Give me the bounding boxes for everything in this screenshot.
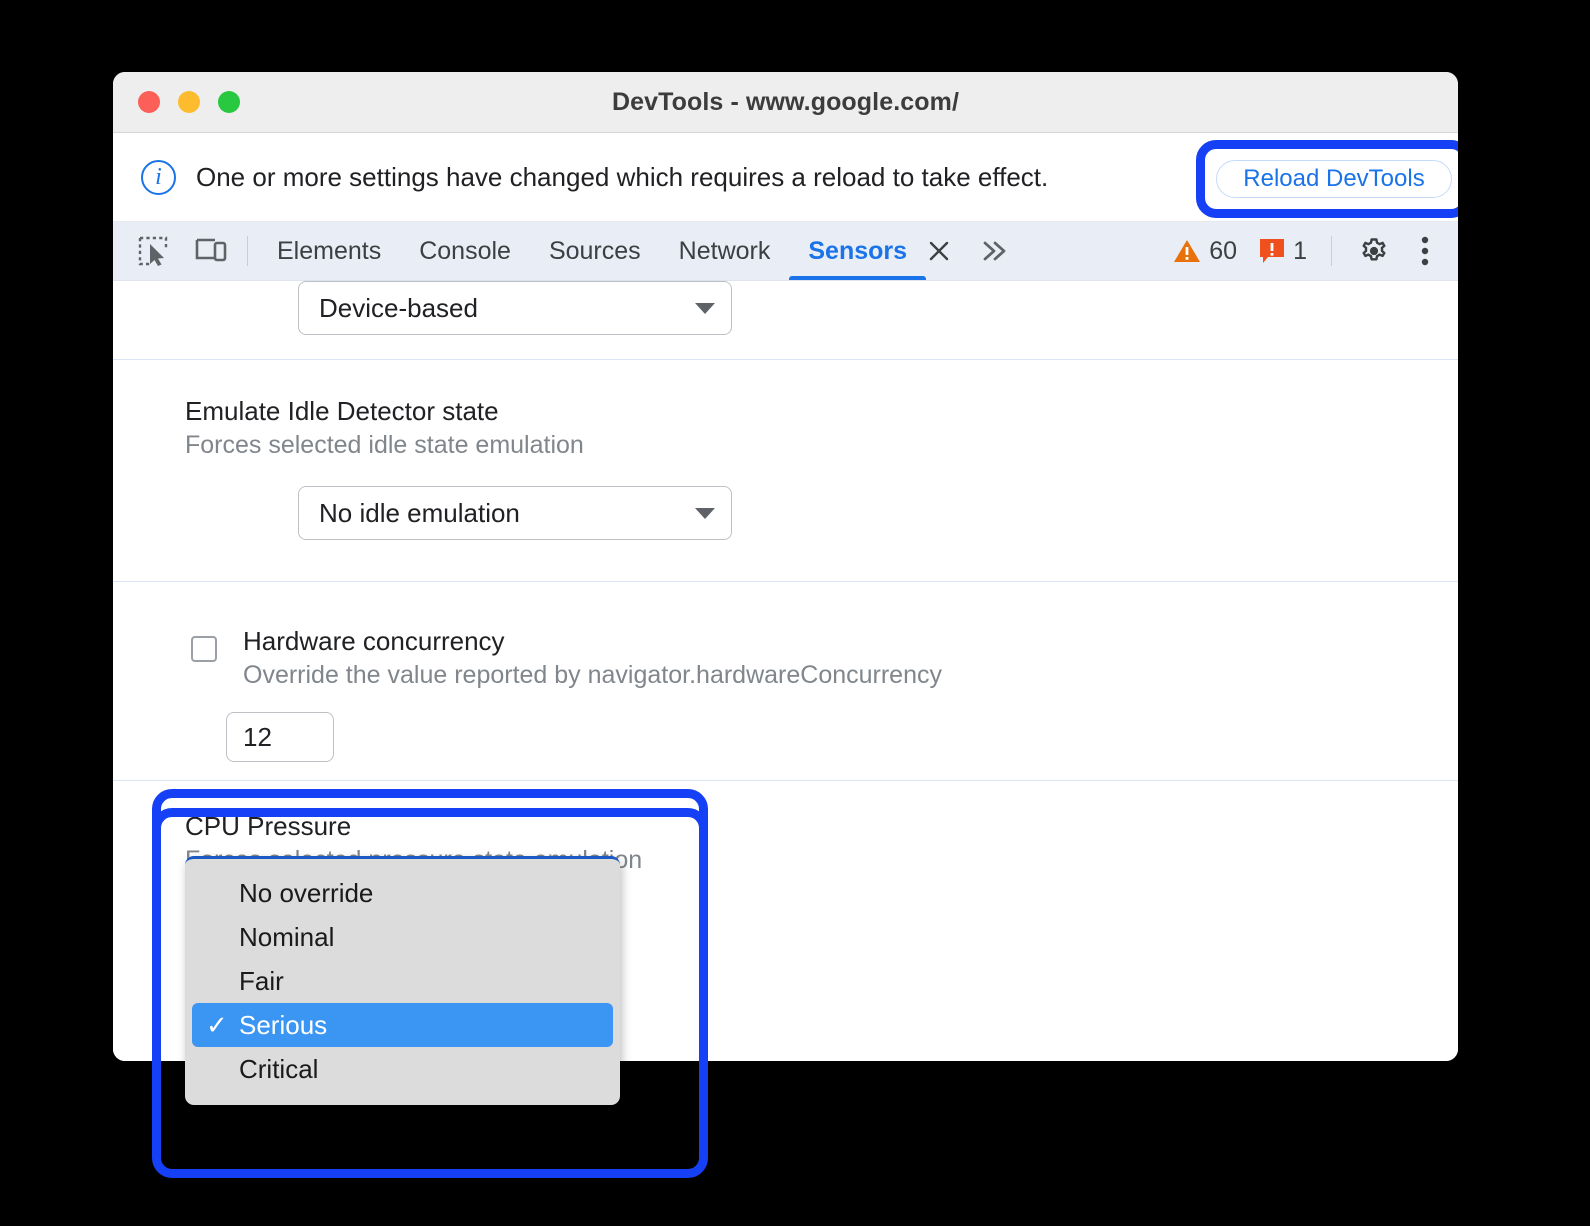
section-idle-detector: Emulate Idle Detector state Forces selec… (113, 360, 1458, 582)
reload-devtools-button[interactable]: Reload DevTools (1216, 160, 1452, 198)
orientation-select-value: Device-based (319, 293, 478, 324)
dropdown-option-fair[interactable]: Fair (192, 959, 613, 1003)
close-tab-icon[interactable] (926, 222, 966, 280)
idle-title: Emulate Idle Detector state (185, 360, 1458, 427)
window-close-button[interactable] (138, 91, 160, 113)
toolbar-left-icons (113, 222, 237, 280)
section-hardware-concurrency: Hardware concurrency Override the value … (113, 582, 1458, 781)
more-vertical-icon[interactable] (1406, 235, 1444, 267)
section-orientation: Device-based (113, 281, 1458, 360)
tab-sensors[interactable]: Sensors (789, 222, 926, 280)
dropdown-option-serious[interactable]: ✓ Serious (192, 1003, 613, 1047)
dropdown-option-nominal[interactable]: Nominal (192, 915, 613, 959)
tab-elements[interactable]: Elements (258, 222, 400, 280)
toolbar-right-group: 60 1 (1165, 222, 1458, 280)
hardware-concurrency-input[interactable] (226, 712, 334, 762)
window-maximize-button[interactable] (218, 91, 240, 113)
window-titlebar: DevTools - www.google.com/ (113, 72, 1458, 133)
idle-subtitle: Forces selected idle state emulation (185, 431, 1458, 460)
reload-notification-banner: i One or more settings have changed whic… (113, 133, 1458, 222)
hardware-concurrency-row: Hardware concurrency Override the value … (113, 582, 1458, 690)
dropdown-option-critical[interactable]: Critical (192, 1047, 613, 1091)
hardware-concurrency-subtitle: Override the value reported by navigator… (243, 661, 942, 690)
dropdown-option-label: Serious (239, 1010, 327, 1041)
dropdown-option-label: No override (239, 878, 373, 909)
more-tabs-icon[interactable] (966, 222, 1024, 280)
toolbar-divider-right (1331, 236, 1332, 266)
cpu-pressure-dropdown-menu[interactable]: No override Nominal Fair ✓ Serious Criti… (185, 856, 620, 1105)
traffic-light-buttons (138, 91, 240, 113)
gear-icon[interactable] (1348, 235, 1400, 267)
hardware-concurrency-texts: Hardware concurrency Override the value … (243, 620, 942, 690)
dropdown-option-no-override[interactable]: No override (192, 871, 613, 915)
dropdown-option-label: Nominal (239, 922, 334, 953)
chevron-down-icon (695, 508, 715, 519)
hardware-concurrency-title: Hardware concurrency (243, 620, 942, 657)
window-title: DevTools - www.google.com/ (113, 88, 1458, 117)
tab-sources[interactable]: Sources (530, 222, 660, 280)
error-counter[interactable]: 1 (1251, 237, 1315, 266)
dropdown-option-label: Critical (239, 1054, 318, 1085)
tab-network[interactable]: Network (660, 222, 790, 280)
warning-triangle-icon (1173, 239, 1201, 264)
inspect-element-icon[interactable] (127, 236, 179, 266)
error-message-icon (1259, 238, 1285, 264)
orientation-select[interactable]: Device-based (298, 281, 732, 335)
panel-tabs: Elements Console Sources Network Sensors (258, 222, 926, 280)
dropdown-option-label: Fair (239, 966, 284, 997)
banner-message: One or more settings have changed which … (196, 162, 1048, 193)
hardware-concurrency-checkbox[interactable] (191, 636, 217, 662)
devtools-toolbar: Elements Console Sources Network Sensors (113, 222, 1458, 281)
info-icon: i (141, 160, 176, 195)
check-icon: ✓ (206, 1012, 228, 1038)
idle-select-value: No idle emulation (319, 498, 520, 529)
cpu-pressure-title: CPU Pressure (185, 811, 642, 842)
window-minimize-button[interactable] (178, 91, 200, 113)
device-toolbar-icon[interactable] (185, 237, 237, 265)
warning-count: 60 (1209, 237, 1237, 266)
idle-state-select[interactable]: No idle emulation (298, 486, 732, 540)
toolbar-divider (247, 236, 248, 266)
error-count: 1 (1293, 237, 1307, 266)
warning-counter[interactable]: 60 (1165, 237, 1245, 266)
chevron-down-icon (695, 303, 715, 314)
tab-console[interactable]: Console (400, 222, 530, 280)
